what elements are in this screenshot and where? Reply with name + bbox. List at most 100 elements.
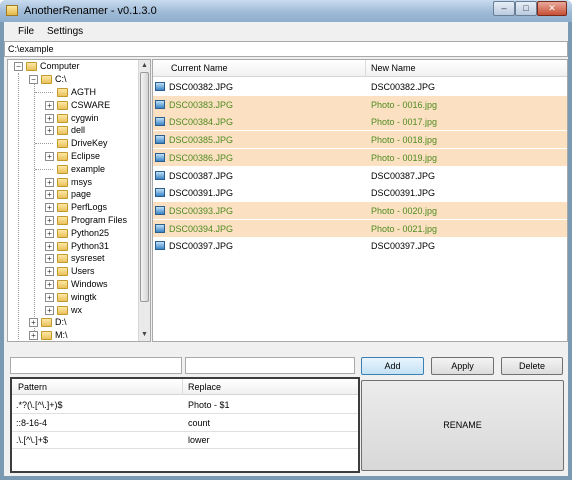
apply-button[interactable]: Apply (431, 357, 494, 375)
tree-node-folder[interactable]: + Python25 (8, 227, 138, 240)
file-row[interactable]: DSC00386.JPG Photo - 0019.jpg (153, 148, 567, 167)
panel-splitter[interactable] (4, 344, 568, 349)
pattern-input[interactable] (10, 357, 182, 374)
expand-icon[interactable]: + (45, 190, 54, 200)
scroll-up-icon[interactable]: ▲ (139, 60, 150, 72)
tree-node-folder[interactable]: + page (8, 188, 138, 201)
menu-file[interactable]: File (18, 26, 34, 37)
pattern-row[interactable]: ::8-16-4 count (12, 414, 358, 432)
minimize-button[interactable]: – (493, 1, 515, 16)
title-bar[interactable]: AnotherRenamer - v0.1.3.0 – □ ✕ (0, 0, 572, 22)
file-row[interactable]: DSC00394.JPG Photo - 0021.jpg (153, 219, 567, 238)
folder-tree[interactable]: − Computer − C:\ AGTH + CSWARE + cygwin + dell… (7, 59, 151, 342)
expand-icon[interactable]: + (29, 318, 38, 327)
tree-node-label: Windows (71, 279, 108, 289)
tree-node-label: Python25 (71, 227, 110, 238)
tree-node-drive[interactable]: + D:\ (8, 316, 138, 329)
file-row[interactable]: DSC00397.JPG DSC00397.JPG (153, 237, 567, 256)
tree-node-folder[interactable]: + msys (8, 176, 138, 189)
tree-node-folder[interactable]: + PerfLogs (8, 201, 138, 214)
column-divider[interactable] (182, 379, 183, 395)
expand-icon[interactable]: + (45, 113, 54, 123)
tree-node-folder[interactable]: + wx (8, 304, 138, 317)
folder-icon (57, 113, 68, 123)
tree-node-drive[interactable]: + M:\ (8, 329, 138, 341)
rename-button[interactable]: RENAME (361, 380, 564, 471)
expand-icon[interactable]: + (45, 280, 54, 289)
expand-icon[interactable]: + (29, 331, 38, 340)
folder-icon (57, 241, 68, 251)
tree-scrollbar[interactable]: ▲ ▼ (138, 60, 150, 341)
tree-node-drive-c[interactable]: − C:\ (8, 73, 138, 86)
file-row[interactable]: DSC00387.JPG DSC00387.JPG (153, 167, 567, 185)
expand-icon[interactable]: + (45, 126, 54, 136)
file-row[interactable]: DSC00383.JPG Photo - 0016.jpg (153, 95, 567, 114)
expand-icon[interactable]: + (45, 152, 54, 161)
file-row[interactable]: DSC00391.JPG DSC00391.JPG (153, 184, 567, 203)
expand-icon[interactable]: + (45, 216, 54, 225)
scroll-down-icon[interactable]: ▼ (139, 329, 150, 341)
expand-icon[interactable]: + (45, 267, 54, 277)
tree-node-folder[interactable]: + Windows (8, 278, 138, 291)
collapse-icon[interactable]: − (14, 62, 23, 71)
tree-node-folder[interactable]: + cygwin (8, 112, 138, 125)
expand-icon[interactable]: + (45, 292, 54, 302)
file-row[interactable]: DSC00393.JPG Photo - 0020.jpg (153, 201, 567, 220)
maximize-button[interactable]: □ (515, 1, 537, 16)
collapse-icon[interactable]: − (29, 75, 38, 84)
pattern-row[interactable]: .*?(\.[^\.]+)$ Photo - $1 (12, 396, 358, 414)
tree-node-folder[interactable]: DriveKey (8, 137, 138, 150)
image-file-icon (155, 99, 165, 109)
image-file-icon (155, 223, 165, 233)
tree-node-folder[interactable]: + CSWARE (8, 99, 138, 112)
expand-icon[interactable]: + (45, 177, 54, 187)
tree-node-computer[interactable]: − Computer (8, 60, 138, 73)
column-pattern[interactable]: Pattern (18, 379, 47, 395)
tree-node-folder[interactable]: + sysreset (8, 252, 138, 265)
expand-icon[interactable]: + (45, 228, 54, 238)
expand-icon[interactable]: + (45, 241, 54, 251)
column-new-name[interactable]: New Name (371, 60, 416, 77)
scroll-thumb[interactable] (140, 72, 149, 302)
tree-node-label: Python31 (71, 240, 110, 251)
tree-node-folder[interactable]: example (8, 163, 138, 176)
add-button[interactable]: Add (361, 357, 424, 375)
expand-icon[interactable]: + (45, 305, 54, 315)
column-current-name[interactable]: Current Name (171, 60, 228, 77)
tree-node-folder[interactable]: + Users (8, 265, 138, 278)
pattern-table[interactable]: Pattern Replace .*?(\.[^\.]+)$ Photo - $1… (10, 377, 360, 473)
file-list[interactable]: Current Name New Name DSC00382.JPG DSC003… (152, 59, 568, 342)
tree-node-label: dell (71, 125, 86, 136)
tree-node-folder[interactable]: + Eclipse (8, 150, 138, 163)
file-row[interactable]: DSC00384.JPG Photo - 0017.jpg (153, 113, 567, 132)
expand-icon[interactable]: + (45, 254, 54, 264)
replace-input[interactable] (185, 357, 355, 374)
new-name-cell: DSC00382.JPG (371, 82, 436, 92)
expand-icon[interactable]: + (45, 100, 54, 110)
tree-node-folder[interactable]: + wingtk (8, 291, 138, 304)
path-input[interactable]: C:\example (4, 41, 568, 57)
menu-settings[interactable]: Settings (47, 26, 83, 37)
tree-node-folder[interactable]: + dell (8, 124, 138, 137)
tree-node-label: page (71, 189, 92, 200)
image-file-icon (155, 188, 165, 198)
column-replace[interactable]: Replace (188, 379, 221, 395)
pattern-row[interactable]: .\.[^\.]+$ lower (12, 431, 358, 449)
delete-button[interactable]: Delete (501, 357, 563, 375)
column-divider[interactable] (365, 60, 366, 77)
file-row[interactable]: DSC00382.JPG DSC00382.JPG (153, 78, 567, 96)
replace-cell: Photo - $1 (188, 400, 230, 410)
file-row[interactable]: DSC00385.JPG Photo - 0018.jpg (153, 131, 567, 150)
tree-node-label: sysreset (71, 253, 105, 264)
close-button[interactable]: ✕ (537, 1, 567, 16)
menu-bar: File Settings (4, 22, 568, 41)
tree-node-folder[interactable]: + Program Files (8, 214, 138, 227)
tree-node-label: CSWARE (71, 99, 111, 110)
tree-node-label: D:\ (55, 317, 67, 327)
expand-icon[interactable]: + (45, 203, 54, 213)
image-file-icon (155, 170, 165, 180)
folder-icon (57, 164, 68, 174)
tree-node-folder[interactable]: AGTH (8, 86, 138, 99)
tree-node-folder[interactable]: + Python31 (8, 240, 138, 253)
new-name-cell: DSC00387.JPG (371, 170, 436, 181)
